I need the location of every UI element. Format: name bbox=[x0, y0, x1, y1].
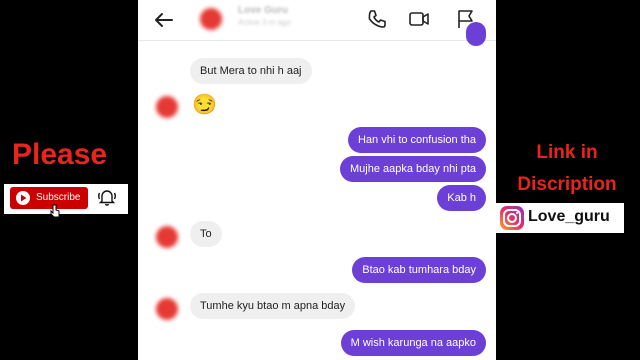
message-incoming: To bbox=[190, 221, 222, 247]
emoji-message: 😏 bbox=[192, 94, 217, 116]
contact-status: Active 3 m ago bbox=[238, 18, 291, 27]
chat-screen: Love Guru Active 3 m ago But Mera to nhi… bbox=[138, 0, 496, 360]
sender-avatar bbox=[156, 298, 178, 320]
chat-header: Love Guru Active 3 m ago bbox=[138, 0, 496, 41]
cursor-hand-icon bbox=[50, 204, 60, 218]
message-incoming: Tumhe kyu btao m apna bday bbox=[190, 293, 356, 319]
link-in-text: Link in bbox=[536, 142, 598, 163]
message-incoming: But Mera to nhi h aaj bbox=[190, 58, 312, 84]
bell-icon bbox=[96, 186, 118, 208]
instagram-handle[interactable]: Love_guru bbox=[528, 208, 610, 226]
back-arrow-icon[interactable] bbox=[152, 8, 176, 32]
message-outgoing: M wish karunga na aapko bbox=[340, 330, 486, 356]
sender-avatar bbox=[156, 96, 178, 118]
message-outgoing: Han vhi to confusion tha bbox=[347, 127, 486, 153]
message-outgoing: Btao kab tumhara bday bbox=[352, 257, 486, 283]
sender-avatar bbox=[156, 226, 178, 248]
instagram-icon bbox=[500, 206, 524, 230]
play-icon bbox=[16, 191, 30, 205]
message-bubble-partial bbox=[466, 22, 486, 46]
phone-icon[interactable] bbox=[366, 8, 388, 30]
please-text: Please bbox=[12, 138, 108, 171]
description-text: Discription bbox=[517, 174, 617, 195]
contact-name[interactable]: Love Guru bbox=[238, 5, 288, 16]
contact-avatar[interactable] bbox=[200, 8, 222, 30]
message-outgoing: Kab h bbox=[437, 185, 486, 211]
message-outgoing: Mujhe aapka bday nhi pta bbox=[340, 156, 486, 182]
video-icon[interactable] bbox=[408, 8, 430, 30]
subscribe-label: Subscribe bbox=[36, 192, 81, 203]
